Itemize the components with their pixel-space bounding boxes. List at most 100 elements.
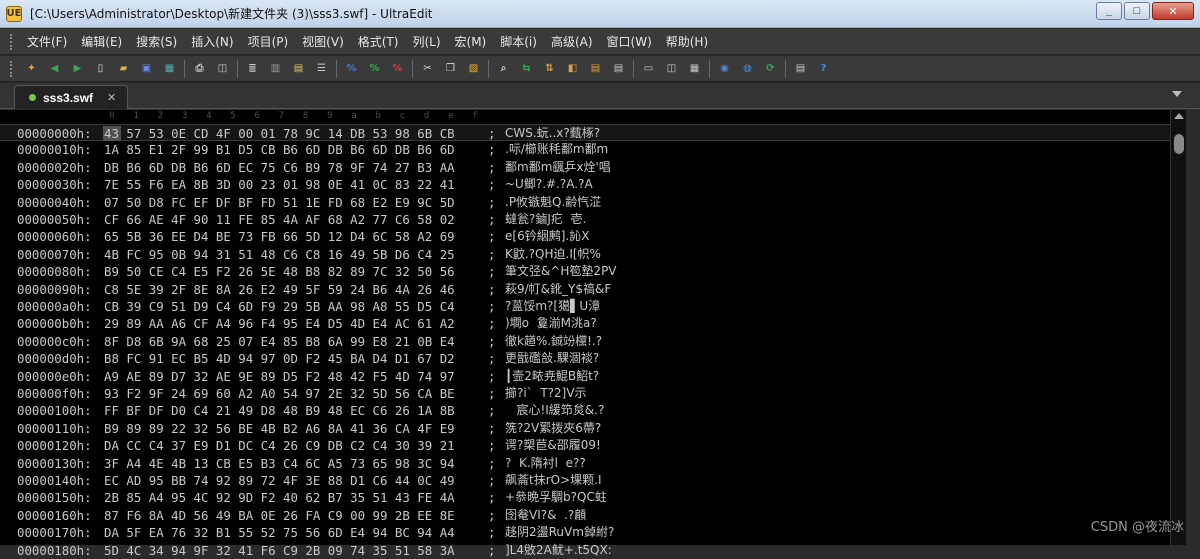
row-ascii-text[interactable]: 宸心!I緩笻炱&.? xyxy=(505,402,604,419)
row-hex-bytes[interactable]: 4B FC 95 0B 94 31 51 48 C6 C8 16 49 5B D… xyxy=(104,246,455,263)
hex-row[interactable]: 00000140h: EC AD 95 BB 74 92 89 72 4F 3E … xyxy=(0,472,1170,489)
toolbar-grip-handle[interactable] xyxy=(10,60,14,77)
browser-icon[interactable]: ◉ xyxy=(716,60,734,78)
row-ascii-text[interactable]: 囹奙VI?& .?顅 xyxy=(505,507,586,524)
hex-row[interactable]: 000000a0h: CB 39 C9 51 D9 C4 6D F9 29 5B … xyxy=(0,298,1170,315)
menu-grip-handle[interactable] xyxy=(10,33,14,50)
row-ascii-text[interactable]: .P攸镞魁Q.齢忾淽 xyxy=(505,194,601,211)
menu-item[interactable]: 窗口(W) xyxy=(600,33,659,50)
row-hex-bytes[interactable]: CB 39 C9 51 D9 C4 6D F9 29 5B AA 98 A8 5… xyxy=(104,298,455,315)
save-icon[interactable]: ▣ xyxy=(138,60,156,78)
macro-record-icon[interactable]: % xyxy=(389,60,407,78)
hex-row[interactable]: 00000080h: B9 50 CE C4 E5 F2 26 5E 48 B8 … xyxy=(0,263,1170,280)
scroll-up-icon[interactable] xyxy=(1174,113,1184,119)
hex-row[interactable]: 00000010h: 1A 85 E1 2F 99 B1 D5 CB B6 6D … xyxy=(0,141,1170,158)
row-ascii-text[interactable]: e[6钤絪鹒].訫X xyxy=(505,228,589,245)
hex-row[interactable]: 00000050h: CF 66 AE 4F 90 11 FE 85 4A AF … xyxy=(0,211,1170,228)
menu-item[interactable]: 列(L) xyxy=(405,33,447,50)
menu-item[interactable]: 搜索(S) xyxy=(129,33,184,50)
hex-mode-icon[interactable]: ▥ xyxy=(267,60,285,78)
row-ascii-text[interactable]: 谔?槊苣&邵履09! xyxy=(505,437,601,454)
row-ascii-text[interactable]: 蟽瓮?鏀J疕 壱. xyxy=(505,211,586,228)
row-hex-bytes[interactable]: 93 F2 9F 24 69 60 A2 A0 54 97 2E 32 5D 5… xyxy=(104,385,455,402)
row-ascii-text[interactable]: 更戩礛敆.騍涸裧? xyxy=(505,350,599,367)
hex-row[interactable]: 00000120h: DA CC C4 37 E9 D1 DC C4 26 C9 … xyxy=(0,437,1170,454)
row-ascii-text[interactable]: 筆文弪&^H笣墊2PV xyxy=(505,263,617,280)
properties-icon[interactable]: ≣ xyxy=(244,60,262,78)
row-ascii-text[interactable]: 飙菕t抺rO>堁颗.I xyxy=(505,472,602,489)
hex-row[interactable]: 000000f0h: 93 F2 9F 24 69 60 A2 A0 54 97 … xyxy=(0,385,1170,402)
hex-row[interactable]: 00000000h: 43 57 53 0E CD 4F 00 01 78 9C … xyxy=(0,124,1170,142)
row-hex-bytes[interactable]: 43 57 53 0E CD 4F 00 01 78 9C 14 DB 53 9… xyxy=(104,125,455,142)
tab-sss3-swf[interactable]: sss3.swf ✕ xyxy=(14,85,128,109)
row-ascii-text[interactable]: ? K.隋衬l e?? xyxy=(505,455,586,472)
hex-row[interactable]: 00000040h: 07 50 D8 FC EF DF BF FD 51 1E … xyxy=(0,194,1170,211)
menu-item[interactable]: 高级(A) xyxy=(544,33,600,50)
row-hex-bytes[interactable]: 7E 55 F6 EA 8B 3D 00 23 01 98 0E 41 0C 8… xyxy=(104,176,455,193)
hex-row[interactable]: 00000170h: DA 5F EA 76 32 B1 55 52 75 56 … xyxy=(0,524,1170,541)
refresh-icon[interactable]: ⟳ xyxy=(762,60,780,78)
function-list-icon[interactable]: ▤ xyxy=(610,60,628,78)
row-ascii-text[interactable]: 萩9/帄&鈋_Y$禞&F xyxy=(505,281,611,298)
hex-row[interactable]: 00000030h: 7E 55 F6 EA 8B 3D 00 23 01 98 … xyxy=(0,176,1170,193)
row-ascii-text[interactable]: CWS.蚖..x?薽椓? xyxy=(505,125,600,142)
row-ascii-text[interactable]: ]L4敓2A鱿+.t5QX: xyxy=(505,542,612,559)
maximize-button[interactable]: □ xyxy=(1124,2,1150,20)
row-hex-bytes[interactable]: 3F A4 4E 4B 13 CB E5 B3 C4 6C A5 73 65 9… xyxy=(104,455,455,472)
find-in-files-icon[interactable]: ⇅ xyxy=(541,60,559,78)
hex-row[interactable]: 00000090h: C8 5E 39 2F 8E 8A 26 E2 49 5F … xyxy=(0,281,1170,298)
row-hex-bytes[interactable]: 2B 85 A4 95 4C 92 9D F2 40 62 B7 35 51 4… xyxy=(104,489,455,506)
row-ascii-text[interactable]: 箲?2V綤拨夾6蔕? xyxy=(505,420,601,437)
hex-row[interactable]: 000000c0h: 8F D8 6B 9A 68 25 07 E4 85 B8 … xyxy=(0,333,1170,350)
open-folder-icon[interactable]: ▰ xyxy=(115,60,133,78)
row-hex-bytes[interactable]: B9 89 89 22 32 56 BE 4B B2 A6 8A 41 36 C… xyxy=(104,420,455,437)
row-hex-bytes[interactable]: CF 66 AE 4F 90 11 FE 85 4A AF 68 A2 77 C… xyxy=(104,211,455,228)
print-preview-icon[interactable]: ◫ xyxy=(214,60,232,78)
menu-item[interactable]: 视图(V) xyxy=(295,33,351,50)
tab-list-dropdown-icon[interactable] xyxy=(1172,91,1182,97)
split-vertical-icon[interactable]: ◫ xyxy=(663,60,681,78)
row-hex-bytes[interactable]: 5D 4C 34 94 9F 32 41 F6 C9 2B 09 74 35 5… xyxy=(104,542,455,559)
window-tile-icon[interactable]: ▦ xyxy=(686,60,704,78)
menu-item[interactable]: 帮助(H) xyxy=(659,33,715,50)
scrollbar-thumb[interactable] xyxy=(1174,134,1184,154)
row-hex-bytes[interactable]: EC AD 95 BB 74 92 89 72 4F 3E 88 D1 C6 4… xyxy=(104,472,455,489)
list-view-icon[interactable]: ▤ xyxy=(792,60,810,78)
row-hex-bytes[interactable]: 8F D8 6B 9A 68 25 07 E4 85 B8 6A 99 E8 2… xyxy=(104,333,455,350)
row-ascii-text[interactable]: ┃壸2畩尭鯤B鮉t? xyxy=(505,368,599,385)
row-hex-bytes[interactable]: C8 5E 39 2F 8E 8A 26 E2 49 5F 59 24 B6 4… xyxy=(104,281,455,298)
bookmark-icon[interactable]: ◧ xyxy=(564,60,582,78)
row-hex-bytes[interactable]: DA 5F EA 76 32 B1 55 52 75 56 6D E4 94 B… xyxy=(104,524,455,541)
paste-icon[interactable]: ▨ xyxy=(465,60,483,78)
row-hex-bytes[interactable]: 87 F6 8A 4D 56 49 BA 0E 26 FA C9 00 99 2… xyxy=(104,507,455,524)
menu-item[interactable]: 宏(M) xyxy=(448,33,494,50)
print-icon[interactable]: ⎙ xyxy=(191,60,209,78)
split-horizontal-icon[interactable]: ▭ xyxy=(640,60,658,78)
spell-check-icon[interactable]: % xyxy=(343,60,361,78)
row-ascii-text[interactable]: )墹o 敻湔M洮a? xyxy=(505,315,597,332)
menu-item[interactable]: 插入(N) xyxy=(184,33,240,50)
menu-item[interactable]: 脚本(i) xyxy=(493,33,544,50)
copy-icon[interactable]: ❐ xyxy=(442,60,460,78)
file-compare-icon[interactable]: ▤ xyxy=(587,60,605,78)
menu-item[interactable]: 文件(F) xyxy=(20,33,74,50)
new-file-icon[interactable]: ✦ xyxy=(23,60,41,78)
row-hex-bytes[interactable]: 29 89 AA A6 CF A4 96 F4 95 E4 D5 4D E4 A… xyxy=(104,315,455,332)
hex-row[interactable]: 00000150h: 2B 85 A4 95 4C 92 9D F2 40 62 … xyxy=(0,489,1170,506)
row-ascii-text[interactable]: 擳?i` T?2]V示 xyxy=(505,385,587,402)
close-button[interactable]: ✕ xyxy=(1152,2,1194,20)
row-hex-bytes[interactable]: B8 FC 91 EC B5 4D 94 97 0D F2 45 BA D4 D… xyxy=(104,350,455,367)
minimize-button[interactable]: _ xyxy=(1096,2,1122,20)
hex-row[interactable]: 00000130h: 3F A4 4E 4B 13 CB E5 B3 C4 6C … xyxy=(0,455,1170,472)
hex-editor[interactable]: 0123456789abcdef CSDN @夜流冰 00000000h: 43 … xyxy=(0,110,1200,558)
row-ascii-text[interactable]: K鼤.?QH迫.I[帜% xyxy=(505,246,601,263)
vertical-scrollbar[interactable] xyxy=(1170,110,1186,545)
save-all-icon[interactable]: ▦ xyxy=(161,60,179,78)
hex-row[interactable]: 000000e0h: A9 AE 89 D7 32 AE 9E 89 D5 F2 … xyxy=(0,368,1170,385)
menu-item[interactable]: 格式(T) xyxy=(351,33,406,50)
row-ascii-text[interactable]: .呩/櫛账秏鄱m鄱m xyxy=(505,141,608,158)
menu-item[interactable]: 项目(P) xyxy=(241,33,296,50)
row-ascii-text[interactable]: 鄱m鄱m颻乒x烇'唱 xyxy=(505,159,611,176)
hex-row[interactable]: 000000d0h: B8 FC 91 EC B5 4D 94 97 0D F2 … xyxy=(0,350,1170,367)
row-hex-bytes[interactable]: 07 50 D8 FC EF DF BF FD 51 1E FD 68 E2 E… xyxy=(104,194,455,211)
